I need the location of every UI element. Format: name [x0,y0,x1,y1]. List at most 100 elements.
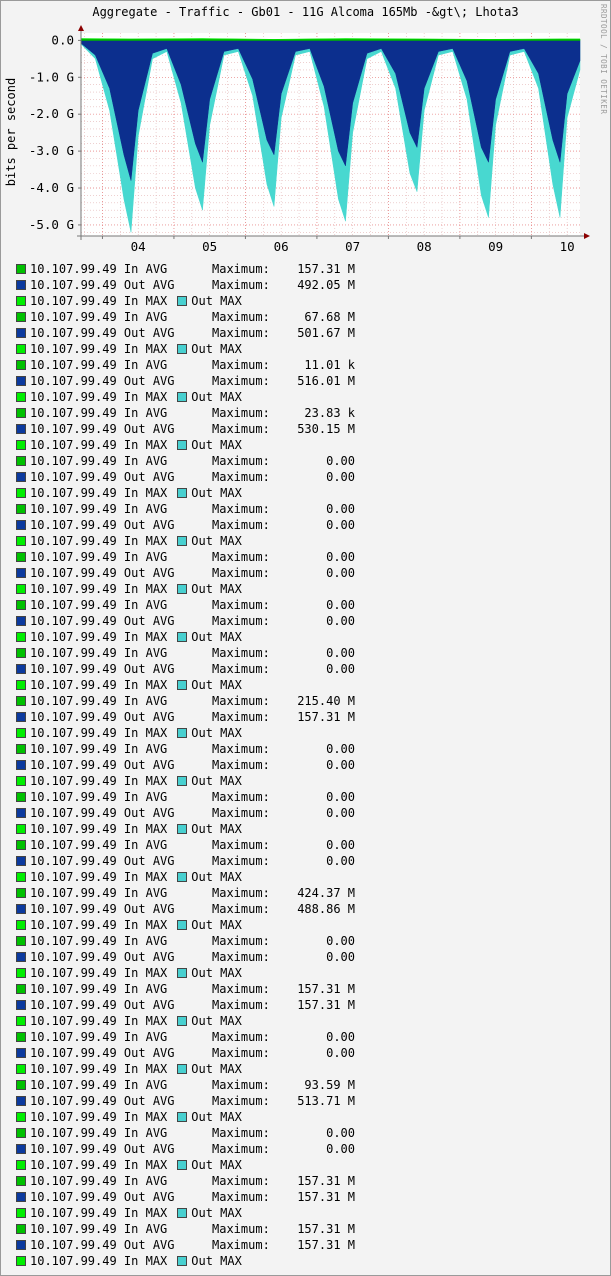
out-avg-swatch [16,952,26,962]
out-max-value: 0.00 [326,566,355,580]
out-max-swatch [177,824,188,834]
in-avg-label: 10.107.99.49 In AVG [30,694,168,708]
legend-row-in-avg: 10.107.99.49 In AVG Maximum: 157.31 M [16,1173,355,1189]
in-avg-swatch [16,744,26,754]
out-max-value: 0.00 [326,614,355,628]
in-avg-swatch [16,1224,26,1234]
in-avg-label: 10.107.99.49 In AVG [30,598,168,612]
in-max-value: 93.59 M [304,1078,355,1092]
legend-row-out-avg: 10.107.99.49 Out AVG Maximum: 501.67 M [16,325,355,341]
legend-row-out-avg: 10.107.99.49 Out AVG Maximum: 157.31 M [16,997,355,1013]
out-max-swatch [177,1160,188,1170]
maximum-label: Maximum: [212,886,270,900]
in-avg-label: 10.107.99.49 In AVG [30,1078,168,1092]
in-max-swatch [16,1016,26,1026]
in-avg-label: 10.107.99.49 In AVG [30,310,168,324]
in-max-value: 0.00 [326,598,355,612]
out-max-swatch [177,584,188,594]
maximum-label: Maximum: [212,374,270,388]
maximum-label: Maximum: [212,326,270,340]
in-avg-label: 10.107.99.49 In AVG [30,550,168,564]
out-max-swatch [177,1208,188,1218]
legend: 10.107.99.49 In AVG Maximum: 157.31 M 10.10… [16,261,355,1269]
out-avg-swatch [16,376,26,386]
in-avg-label: 10.107.99.49 In AVG [30,406,168,420]
in-max-swatch [16,968,26,978]
out-max-value: 157.31 M [297,710,355,724]
in-max-label: 10.107.99.49 In MAX [30,822,168,836]
out-avg-label: 10.107.99.49 Out AVG [30,278,175,292]
out-max-swatch [177,680,188,690]
out-avg-swatch [16,424,26,434]
legend-row-max: 10.107.99.49 In MAX Out MAX [16,1205,242,1221]
out-max-value: 488.86 M [297,902,355,916]
in-avg-label: 10.107.99.49 In AVG [30,742,168,756]
out-avg-label: 10.107.99.49 Out AVG [30,1190,175,1204]
in-avg-swatch [16,1032,26,1042]
in-max-label: 10.107.99.49 In MAX [30,294,168,308]
legend-row-out-avg: 10.107.99.49 Out AVG Maximum: 0.00 [16,565,355,581]
maximum-label: Maximum: [212,838,270,852]
in-max-value: 157.31 M [297,982,355,996]
maximum-label: Maximum: [212,1142,270,1156]
in-avg-label: 10.107.99.49 In AVG [30,982,168,996]
in-max-swatch [16,728,26,738]
out-max-value: 0.00 [326,662,355,676]
out-max-label: Out MAX [191,1158,242,1172]
legend-row-in-avg: 10.107.99.49 In AVG Maximum: 0.00 [16,549,355,565]
in-max-value: 0.00 [326,742,355,756]
legend-row-max: 10.107.99.49 In MAX Out MAX [16,533,242,549]
in-max-label: 10.107.99.49 In MAX [30,390,168,404]
out-avg-swatch [16,328,26,338]
in-max-swatch [16,488,26,498]
out-max-value: 492.05 M [297,278,355,292]
maximum-label: Maximum: [212,854,270,868]
in-avg-swatch [16,792,26,802]
in-max-label: 10.107.99.49 In MAX [30,342,168,356]
out-max-value: 0.00 [326,950,355,964]
out-max-swatch [177,440,188,450]
in-max-label: 10.107.99.49 In MAX [30,582,168,596]
out-avg-label: 10.107.99.49 Out AVG [30,902,175,916]
legend-row-max: 10.107.99.49 In MAX Out MAX [16,1061,242,1077]
maximum-label: Maximum: [212,422,270,436]
in-avg-swatch [16,600,26,610]
out-avg-label: 10.107.99.49 Out AVG [30,518,175,532]
out-avg-label: 10.107.99.49 Out AVG [30,998,175,1012]
in-avg-swatch [16,1128,26,1138]
legend-row-out-avg: 10.107.99.49 Out AVG Maximum: 516.01 M [16,373,355,389]
y-tick-label: -1.0 G [29,69,74,84]
in-max-swatch [16,920,26,930]
in-max-label: 10.107.99.49 In MAX [30,966,168,980]
legend-row-out-avg: 10.107.99.49 Out AVG Maximum: 0.00 [16,1045,355,1061]
out-max-swatch [177,632,188,642]
maximum-label: Maximum: [212,790,270,804]
maximum-label: Maximum: [212,454,270,468]
in-max-value: 157.31 M [297,1174,355,1188]
out-avg-label: 10.107.99.49 Out AVG [30,1238,175,1252]
out-avg-label: 10.107.99.49 Out AVG [30,806,175,820]
out-avg-swatch [16,568,26,578]
out-max-value: 157.31 M [297,998,355,1012]
in-avg-swatch [16,456,26,466]
in-avg-swatch [16,1176,26,1186]
legend-row-max: 10.107.99.49 In MAX Out MAX [16,965,242,981]
maximum-label: Maximum: [212,1174,270,1188]
out-avg-label: 10.107.99.49 Out AVG [30,1094,175,1108]
x-tick-label: 09 [488,239,503,254]
in-avg-label: 10.107.99.49 In AVG [30,1222,168,1236]
legend-row-max: 10.107.99.49 In MAX Out MAX [16,341,242,357]
in-max-swatch [16,584,26,594]
out-avg-label: 10.107.99.49 Out AVG [30,662,175,676]
in-max-value: 0.00 [326,934,355,948]
out-avg-label: 10.107.99.49 Out AVG [30,1046,175,1060]
legend-row-out-avg: 10.107.99.49 Out AVG Maximum: 0.00 [16,661,355,677]
out-max-label: Out MAX [191,678,242,692]
legend-row-out-avg: 10.107.99.49 Out AVG Maximum: 530.15 M [16,421,355,437]
maximum-label: Maximum: [212,566,270,580]
legend-row-in-avg: 10.107.99.49 In AVG Maximum: 157.31 M [16,1221,355,1237]
out-avg-label: 10.107.99.49 Out AVG [30,614,175,628]
out-max-value: 513.71 M [297,1094,355,1108]
legend-row-max: 10.107.99.49 In MAX Out MAX [16,1013,242,1029]
legend-row-in-avg: 10.107.99.49 In AVG Maximum: 157.31 M [16,261,355,277]
